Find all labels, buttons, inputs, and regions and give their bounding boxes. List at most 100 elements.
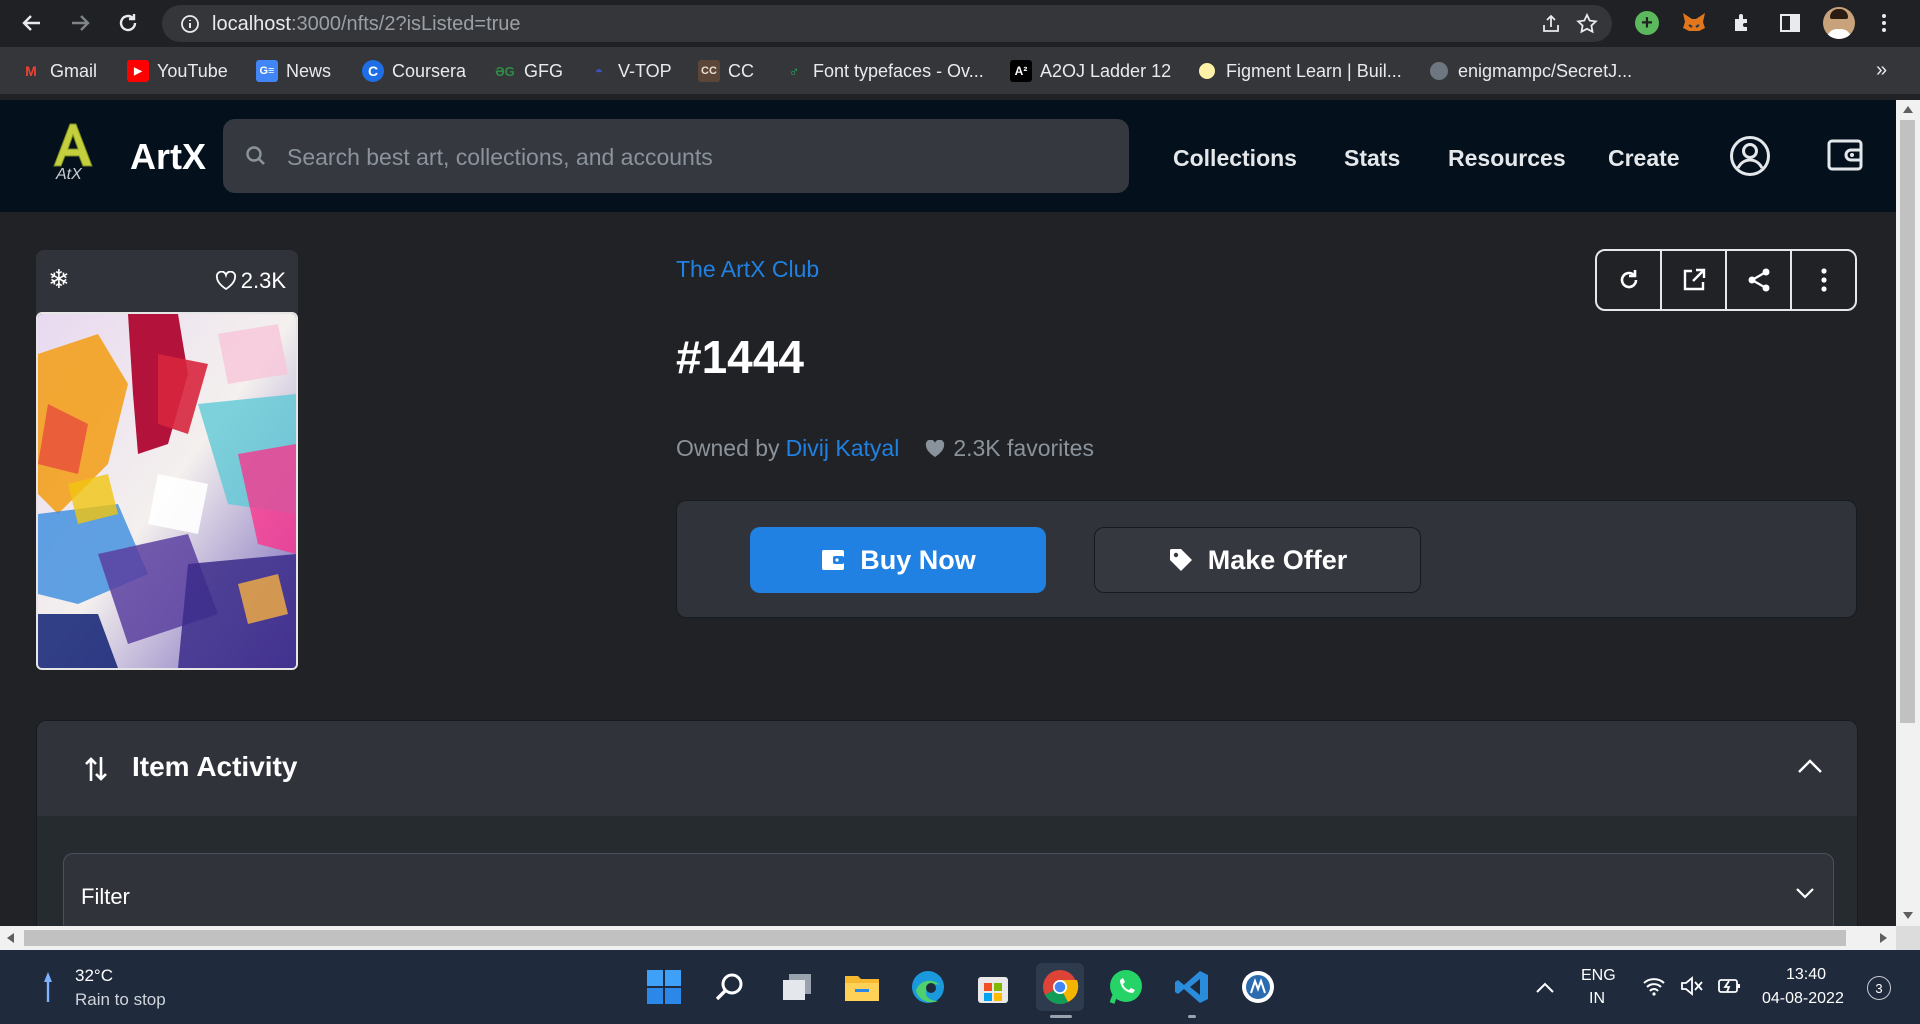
url-host: localhost xyxy=(212,13,291,35)
clock-time[interactable]: 13:40 xyxy=(1786,966,1826,984)
search-input[interactable] xyxy=(285,119,1109,195)
bookmark-news[interactable]: G≡ News xyxy=(256,59,331,83)
nft-artwork-image[interactable] xyxy=(36,312,298,670)
wifi-icon[interactable] xyxy=(1642,976,1666,996)
start-button[interactable] xyxy=(640,963,688,1011)
owner-link[interactable]: Divij Katyal xyxy=(786,435,900,462)
clock-date[interactable]: 04-08-2022 xyxy=(1762,990,1844,1008)
extensions-puzzle-icon[interactable] xyxy=(1730,11,1754,35)
bookmarks-overflow-icon[interactable]: » xyxy=(1876,59,1887,82)
profile-avatar[interactable] xyxy=(1823,7,1855,39)
bookmark-vtop[interactable]: ◓ V-TOP xyxy=(588,59,672,83)
site-info-icon[interactable] xyxy=(180,14,200,34)
volume-muted-icon[interactable] xyxy=(1680,976,1704,996)
bookmark-codechef[interactable]: CC CC xyxy=(698,59,754,83)
vertical-scroll-thumb[interactable] xyxy=(1900,120,1915,723)
bookmark-youtube[interactable]: ▶ YouTube xyxy=(127,59,228,83)
logo-a-icon xyxy=(53,123,93,167)
item-activity-header[interactable]: Item Activity xyxy=(37,721,1857,816)
brand-name[interactable]: ArtX xyxy=(130,136,206,178)
bookmark-gfg[interactable]: ƏG GFG xyxy=(494,59,563,83)
back-button[interactable] xyxy=(17,8,47,38)
search-taskbar-button[interactable] xyxy=(706,963,754,1011)
reload-button[interactable] xyxy=(113,8,143,38)
horizontal-scroll-thumb[interactable] xyxy=(24,930,1846,946)
search-box[interactable] xyxy=(223,119,1129,195)
nav-collections[interactable]: Collections xyxy=(1173,145,1297,172)
file-explorer-button[interactable] xyxy=(838,963,886,1011)
artx-logo[interactable]: AtX xyxy=(48,120,96,192)
edge-browser-icon xyxy=(912,971,944,1003)
buy-now-button[interactable]: Buy Now xyxy=(750,527,1046,593)
side-panel-icon[interactable] xyxy=(1778,11,1802,35)
open-external-button[interactable] xyxy=(1662,251,1727,309)
vertical-scrollbar[interactable] xyxy=(1896,100,1920,926)
reload-icon xyxy=(119,14,137,32)
logo-subtext: AtX xyxy=(56,166,82,183)
edge-button[interactable] xyxy=(904,963,952,1011)
make-offer-button[interactable]: Make Offer xyxy=(1094,527,1421,593)
gmail-icon: M xyxy=(25,63,37,79)
chevron-up-icon[interactable] xyxy=(1797,758,1823,774)
forward-arrow-icon xyxy=(72,15,90,31)
vscode-button[interactable] xyxy=(1168,963,1216,1018)
address-bar[interactable]: localhost:3000/nfts/2?isListed=true xyxy=(162,5,1612,42)
input-language[interactable]: ENG xyxy=(1581,967,1616,985)
heart-outline-icon xyxy=(215,271,236,291)
favorite-count-button[interactable]: 2.3K xyxy=(215,268,286,294)
chrome-icon xyxy=(1043,970,1079,1004)
heart-filled-icon xyxy=(926,439,945,457)
app-launcher-button[interactable] xyxy=(1234,963,1282,1011)
nav-resources[interactable]: Resources xyxy=(1448,145,1566,172)
bookmark-font-typefaces[interactable]: ♂ Font typefaces - Ov... xyxy=(783,59,984,83)
scroll-right-arrow-icon[interactable] xyxy=(1880,933,1887,943)
input-region[interactable]: IN xyxy=(1589,990,1605,1008)
bookmark-star-icon[interactable] xyxy=(1575,12,1599,36)
refresh-metadata-button[interactable] xyxy=(1597,251,1662,309)
horizontal-scrollbar[interactable] xyxy=(0,926,1896,950)
windows-logo-icon xyxy=(647,970,681,1004)
chrome-active-indicator xyxy=(1050,1015,1072,1018)
filter-dropdown[interactable]: Filter xyxy=(63,853,1834,932)
activity-arrows-icon xyxy=(85,757,107,781)
scroll-left-arrow-icon[interactable] xyxy=(7,933,14,943)
page-viewport: AtX ArtX Collections Stats Resources Cre… xyxy=(0,100,1896,932)
wallet-icon[interactable] xyxy=(1826,137,1864,173)
metamask-fox-icon[interactable] xyxy=(1680,9,1708,37)
scroll-down-arrow-icon[interactable] xyxy=(1903,912,1913,919)
share-button[interactable] xyxy=(1727,251,1792,309)
news-icon: G≡ xyxy=(256,60,278,82)
microsoft-store-button[interactable] xyxy=(969,963,1017,1011)
notification-badge[interactable]: 3 xyxy=(1867,976,1891,1000)
store-bag-icon xyxy=(978,977,1008,1003)
nav-stats[interactable]: Stats xyxy=(1344,145,1400,172)
bookmark-gmail[interactable]: M Gmail xyxy=(20,59,97,83)
weather-description[interactable]: Rain to stop xyxy=(75,990,166,1010)
tray-overflow-chevron-icon[interactable] xyxy=(1535,980,1555,994)
bookmark-coursera[interactable]: C Coursera xyxy=(362,59,466,83)
share-page-icon[interactable] xyxy=(1540,13,1562,35)
task-view-button[interactable] xyxy=(773,963,821,1011)
battery-charging-icon[interactable] xyxy=(1716,976,1742,996)
bookmark-figment[interactable]: Figment Learn | Buil... xyxy=(1196,59,1402,83)
item-activity-title: Item Activity xyxy=(132,751,298,782)
scroll-up-arrow-icon[interactable] xyxy=(1903,106,1913,113)
nft-card-header: ❄ 2.3K xyxy=(36,250,298,314)
account-icon[interactable] xyxy=(1729,135,1771,177)
browser-menu-icon[interactable] xyxy=(1876,11,1892,35)
chrome-button[interactable] xyxy=(1036,963,1084,1018)
forward-button[interactable] xyxy=(65,8,95,38)
bookmark-github[interactable]: enigmampc/SecretJ... xyxy=(1428,59,1632,83)
collection-link[interactable]: The ArtX Club xyxy=(676,256,819,283)
bookmark-a2oj[interactable]: A² A2OJ Ladder 12 xyxy=(1010,59,1171,83)
whatsapp-button[interactable] xyxy=(1102,963,1150,1011)
more-options-button[interactable] xyxy=(1792,251,1855,309)
snowflake-icon: ❄ xyxy=(48,264,70,294)
extension-plus-icon[interactable]: + xyxy=(1635,11,1659,35)
weather-temperature[interactable]: 32°C xyxy=(75,966,113,986)
wallet-icon xyxy=(822,550,845,570)
make-offer-label: Make Offer xyxy=(1207,544,1348,575)
item-action-group xyxy=(1595,249,1857,311)
nav-create[interactable]: Create xyxy=(1608,145,1680,172)
weather-widget[interactable] xyxy=(38,968,58,1008)
